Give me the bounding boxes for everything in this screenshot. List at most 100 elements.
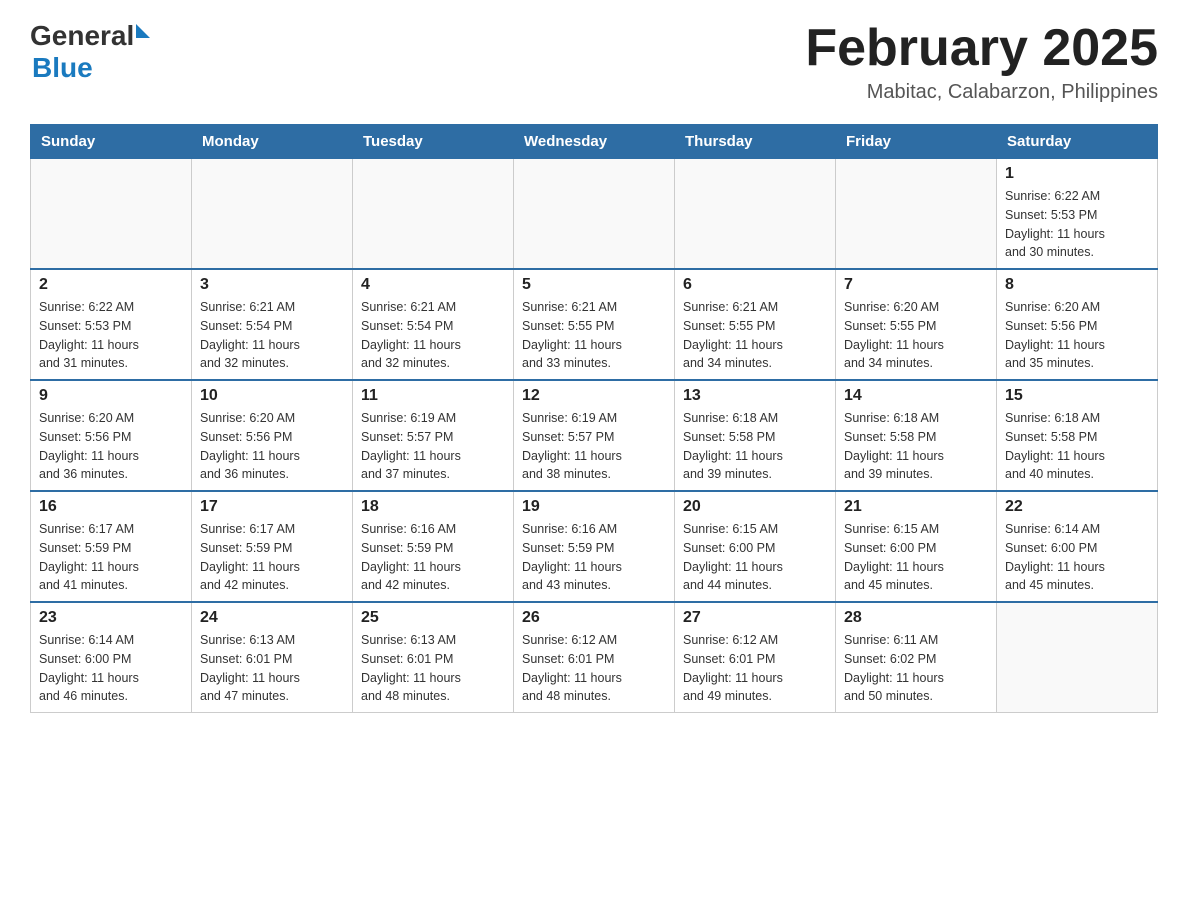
table-row: 17Sunrise: 6:17 AM Sunset: 5:59 PM Dayli…	[192, 491, 353, 602]
table-row	[31, 159, 192, 270]
calendar-title: February 2025	[805, 20, 1158, 77]
day-number: 23	[39, 609, 183, 627]
day-info: Sunrise: 6:21 AM Sunset: 5:54 PM Dayligh…	[361, 298, 505, 373]
day-number: 5	[522, 276, 666, 294]
table-row: 19 Sunrise: 6:16 AM Sunset: 5:59 PM Dayli…	[514, 491, 675, 602]
table-row: 6Sunrise: 6:21 AM Sunset: 5:55 PM Daylig…	[675, 269, 836, 380]
day-info: Sunrise: 6:19 AM Sunset: 5:57 PM Dayligh…	[361, 409, 505, 484]
day-info: Sunrise: 6:12 AM Sunset: 6:01 PM Dayligh…	[522, 631, 666, 706]
day-number: 15	[1005, 387, 1149, 405]
day-info: Sunrise: 6:14 AM Sunset: 6:00 PM Dayligh…	[1005, 520, 1149, 595]
day-number: 14	[844, 387, 988, 405]
calendar-week-row: 16Sunrise: 6:17 AM Sunset: 5:59 PM Dayli…	[31, 491, 1158, 602]
day-info: Sunrise: 6:21 AM Sunset: 5:55 PM Dayligh…	[683, 298, 827, 373]
day-info: Sunrise: 6:13 AM Sunset: 6:01 PM Dayligh…	[200, 631, 344, 706]
day-number: 8	[1005, 276, 1149, 294]
day-number: 28	[844, 609, 988, 627]
day-info: Sunrise: 6:21 AM Sunset: 5:55 PM Dayligh…	[522, 298, 666, 373]
calendar-week-row: 2Sunrise: 6:22 AM Sunset: 5:53 PM Daylig…	[31, 269, 1158, 380]
day-number: 12	[522, 387, 666, 405]
col-friday: Friday	[836, 125, 997, 159]
day-info: Sunrise: 6:18 AM Sunset: 5:58 PM Dayligh…	[1005, 409, 1149, 484]
table-row: 3 Sunrise: 6:21 AM Sunset: 5:54 PM Daylig…	[192, 269, 353, 380]
day-info: Sunrise: 6:20 AM Sunset: 5:56 PM Dayligh…	[1005, 298, 1149, 373]
table-row: 18Sunrise: 6:16 AM Sunset: 5:59 PM Dayli…	[353, 491, 514, 602]
table-row: 2Sunrise: 6:22 AM Sunset: 5:53 PM Daylig…	[31, 269, 192, 380]
col-monday: Monday	[192, 125, 353, 159]
day-info: Sunrise: 6:14 AM Sunset: 6:00 PM Dayligh…	[39, 631, 183, 706]
table-row: 5 Sunrise: 6:21 AM Sunset: 5:55 PM Daylig…	[514, 269, 675, 380]
day-info: Sunrise: 6:16 AM Sunset: 5:59 PM Dayligh…	[522, 520, 666, 595]
logo: General Blue	[30, 20, 150, 84]
table-row: 4 Sunrise: 6:21 AM Sunset: 5:54 PM Daylig…	[353, 269, 514, 380]
table-row	[514, 159, 675, 270]
day-info: Sunrise: 6:11 AM Sunset: 6:02 PM Dayligh…	[844, 631, 988, 706]
day-number: 2	[39, 276, 183, 294]
day-number: 1	[1005, 165, 1149, 183]
day-info: Sunrise: 6:12 AM Sunset: 6:01 PM Dayligh…	[683, 631, 827, 706]
col-sunday: Sunday	[31, 125, 192, 159]
day-number: 7	[844, 276, 988, 294]
day-number: 10	[200, 387, 344, 405]
table-row: 11 Sunrise: 6:19 AM Sunset: 5:57 PM Dayli…	[353, 380, 514, 491]
logo-general: General	[30, 20, 134, 52]
day-info: Sunrise: 6:15 AM Sunset: 6:00 PM Dayligh…	[844, 520, 988, 595]
logo-arrow-icon	[136, 24, 150, 38]
calendar-week-row: 23 Sunrise: 6:14 AM Sunset: 6:00 PM Dayli…	[31, 602, 1158, 713]
day-info: Sunrise: 6:18 AM Sunset: 5:58 PM Dayligh…	[683, 409, 827, 484]
table-row: 28 Sunrise: 6:11 AM Sunset: 6:02 PM Dayli…	[836, 602, 997, 713]
table-row	[192, 159, 353, 270]
day-number: 24	[200, 609, 344, 627]
day-number: 11	[361, 387, 505, 405]
day-info: Sunrise: 6:13 AM Sunset: 6:01 PM Dayligh…	[361, 631, 505, 706]
day-info: Sunrise: 6:19 AM Sunset: 5:57 PM Dayligh…	[522, 409, 666, 484]
table-row: 16Sunrise: 6:17 AM Sunset: 5:59 PM Dayli…	[31, 491, 192, 602]
day-info: Sunrise: 6:22 AM Sunset: 5:53 PM Dayligh…	[1005, 187, 1149, 262]
table-row: 10 Sunrise: 6:20 AM Sunset: 5:56 PM Dayli…	[192, 380, 353, 491]
table-row: 8 Sunrise: 6:20 AM Sunset: 5:56 PM Daylig…	[997, 269, 1158, 380]
table-row: 26 Sunrise: 6:12 AM Sunset: 6:01 PM Dayli…	[514, 602, 675, 713]
day-number: 3	[200, 276, 344, 294]
day-number: 20	[683, 498, 827, 516]
calendar-week-row: 1 Sunrise: 6:22 AM Sunset: 5:53 PM Daylig…	[31, 159, 1158, 270]
day-info: Sunrise: 6:17 AM Sunset: 5:59 PM Dayligh…	[200, 520, 344, 595]
day-info: Sunrise: 6:21 AM Sunset: 5:54 PM Dayligh…	[200, 298, 344, 373]
table-row: 13 Sunrise: 6:18 AM Sunset: 5:58 PM Dayli…	[675, 380, 836, 491]
day-info: Sunrise: 6:20 AM Sunset: 5:56 PM Dayligh…	[39, 409, 183, 484]
day-number: 4	[361, 276, 505, 294]
table-row: 27 Sunrise: 6:12 AM Sunset: 6:01 PM Dayli…	[675, 602, 836, 713]
day-number: 27	[683, 609, 827, 627]
day-number: 21	[844, 498, 988, 516]
calendar-subtitle: Mabitac, Calabarzon, Philippines	[805, 81, 1158, 104]
day-number: 9	[39, 387, 183, 405]
day-number: 26	[522, 609, 666, 627]
page-header: General Blue February 2025 Mabitac, Cala…	[30, 20, 1158, 104]
table-row	[675, 159, 836, 270]
table-row: 21 Sunrise: 6:15 AM Sunset: 6:00 PM Dayli…	[836, 491, 997, 602]
table-row: 23 Sunrise: 6:14 AM Sunset: 6:00 PM Dayli…	[31, 602, 192, 713]
calendar-header-row: Sunday Monday Tuesday Wednesday Thursday…	[31, 125, 1158, 159]
day-number: 19	[522, 498, 666, 516]
day-info: Sunrise: 6:15 AM Sunset: 6:00 PM Dayligh…	[683, 520, 827, 595]
table-row	[997, 602, 1158, 713]
day-info: Sunrise: 6:20 AM Sunset: 5:55 PM Dayligh…	[844, 298, 988, 373]
day-info: Sunrise: 6:20 AM Sunset: 5:56 PM Dayligh…	[200, 409, 344, 484]
table-row: 14Sunrise: 6:18 AM Sunset: 5:58 PM Dayli…	[836, 380, 997, 491]
col-saturday: Saturday	[997, 125, 1158, 159]
day-number: 18	[361, 498, 505, 516]
table-row	[836, 159, 997, 270]
day-number: 13	[683, 387, 827, 405]
col-tuesday: Tuesday	[353, 125, 514, 159]
calendar-table: Sunday Monday Tuesday Wednesday Thursday…	[30, 124, 1158, 713]
table-row: 25 Sunrise: 6:13 AM Sunset: 6:01 PM Dayli…	[353, 602, 514, 713]
table-row: 7 Sunrise: 6:20 AM Sunset: 5:55 PM Daylig…	[836, 269, 997, 380]
logo-blue: Blue	[32, 52, 93, 84]
day-number: 22	[1005, 498, 1149, 516]
day-number: 25	[361, 609, 505, 627]
calendar-week-row: 9 Sunrise: 6:20 AM Sunset: 5:56 PM Daylig…	[31, 380, 1158, 491]
table-row: 22 Sunrise: 6:14 AM Sunset: 6:00 PM Dayli…	[997, 491, 1158, 602]
table-row: 1 Sunrise: 6:22 AM Sunset: 5:53 PM Daylig…	[997, 159, 1158, 270]
table-row: 24 Sunrise: 6:13 AM Sunset: 6:01 PM Dayli…	[192, 602, 353, 713]
title-section: February 2025 Mabitac, Calabarzon, Phili…	[805, 20, 1158, 104]
table-row: 15 Sunrise: 6:18 AM Sunset: 5:58 PM Dayli…	[997, 380, 1158, 491]
